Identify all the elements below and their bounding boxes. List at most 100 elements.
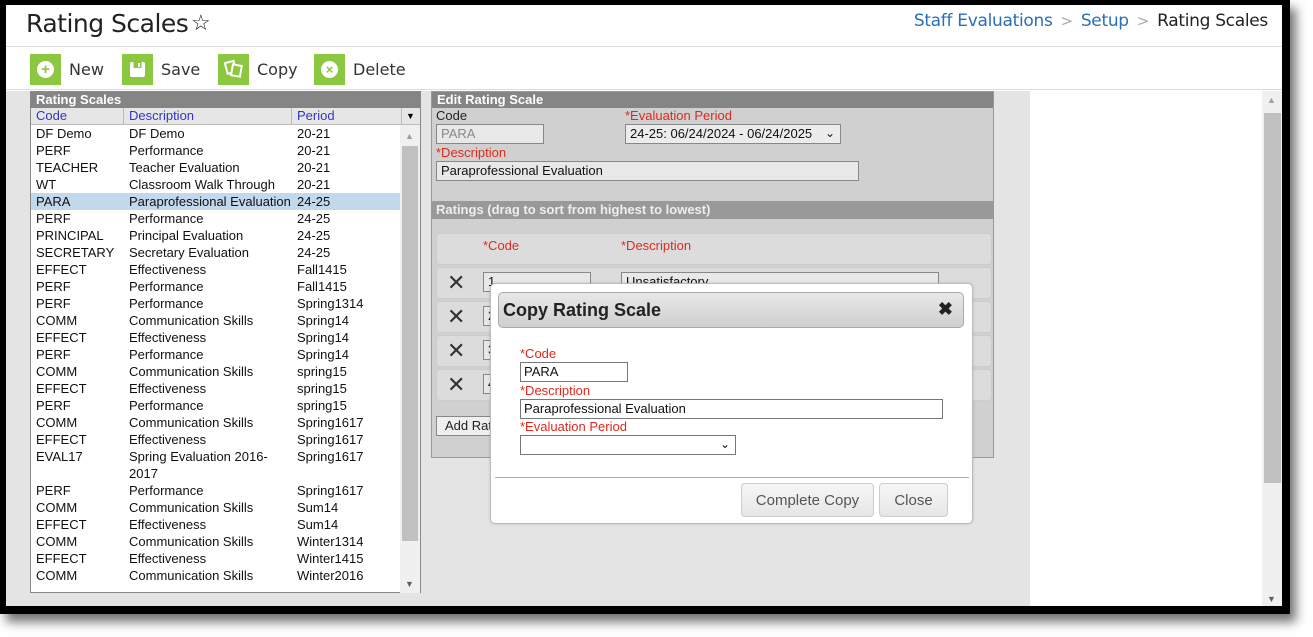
list-row[interactable]: TEACHER Teacher Evaluation 20-21 xyxy=(31,159,400,176)
list-row[interactable]: PERF Performance spring15 xyxy=(31,397,400,414)
cell-description: Teacher Evaluation xyxy=(129,160,240,175)
cell-description: Classroom Walk Through xyxy=(129,177,275,192)
list-row[interactable]: COMM Communication Skills Spring14 xyxy=(31,312,400,329)
cell-description: Communication Skills xyxy=(129,500,254,515)
chevron-right-icon: > xyxy=(1136,12,1150,30)
list-row[interactable]: PERF Performance 20-21 xyxy=(31,142,400,159)
list-row[interactable]: EFFECT Effectiveness Fall1415 xyxy=(31,261,400,278)
scroll-down-icon[interactable]: ▼ xyxy=(405,579,414,589)
sort-down-icon[interactable]: ▼ xyxy=(402,108,420,124)
ratings-title: Ratings (drag to sort from highest to lo… xyxy=(432,201,993,219)
cell-code: PERF xyxy=(36,347,71,362)
remove-rating-icon[interactable]: ✕ xyxy=(447,270,465,296)
page-scrollbar[interactable]: ▲ ▼ xyxy=(1262,91,1282,606)
list-row[interactable]: EFFECT Effectiveness Spring1617 xyxy=(31,431,400,448)
list-row[interactable]: DF Demo DF Demo 20-21 xyxy=(31,125,400,142)
list-row[interactable]: PERF Performance Spring1617 xyxy=(31,482,400,499)
star-icon[interactable]: ☆ xyxy=(191,10,211,36)
copy-description-label: *Description xyxy=(520,383,591,398)
cell-description: Performance xyxy=(129,143,204,158)
cell-code: PERF xyxy=(36,279,71,294)
copy-code-label: *Code xyxy=(520,346,557,361)
delete-button[interactable]: × Delete xyxy=(314,53,406,85)
list-row[interactable]: EFFECT Effectiveness Winter1415 xyxy=(31,550,400,567)
list-row[interactable]: EVAL17 Spring Evaluation 2016-2017 Spring1… xyxy=(31,448,400,482)
list-row[interactable]: COMM Communication Skills Spring1617 xyxy=(31,414,400,431)
list-row[interactable]: COMM Communication Skills Winter2016 xyxy=(31,567,400,584)
copy-evaluation-period-select[interactable]: ⌄ xyxy=(520,435,736,455)
scroll-thumb[interactable] xyxy=(1264,113,1281,483)
cell-period: Winter1314 xyxy=(297,534,364,549)
list-row[interactable]: PRINCIPAL Principal Evaluation 24-25 xyxy=(31,227,400,244)
breadcrumb-current: Rating Scales xyxy=(1157,11,1268,31)
cell-description: Performance xyxy=(129,296,204,311)
cell-description: Paraprofessional Evaluation xyxy=(129,194,291,209)
cell-code: COMM xyxy=(36,500,78,515)
cell-description: Performance xyxy=(129,398,204,413)
list-row[interactable]: EFFECT Effectiveness Sum14 xyxy=(31,516,400,533)
list-row[interactable]: EFFECT Effectiveness Spring14 xyxy=(31,329,400,346)
list-row[interactable]: PERF Performance Fall1415 xyxy=(31,278,400,295)
column-header-period[interactable]: Period xyxy=(292,108,402,124)
evaluation-period-select[interactable]: 24-25: 06/24/2024 - 06/24/2025 ⌄ xyxy=(625,124,841,144)
close-button[interactable]: Close xyxy=(879,483,948,517)
cell-description: Performance xyxy=(129,347,204,362)
new-button[interactable]: + New xyxy=(30,53,104,85)
cell-code: EFFECT xyxy=(36,517,87,532)
edit-title: Edit Rating Scale xyxy=(432,92,993,108)
cell-code: DF Demo xyxy=(36,126,92,141)
list-row[interactable]: COMM Communication Skills spring15 xyxy=(31,363,400,380)
list-row[interactable]: PERF Performance Spring1314 xyxy=(31,295,400,312)
copy-code-field[interactable]: PARA xyxy=(520,362,628,382)
cell-code: EFFECT xyxy=(36,551,87,566)
close-icon[interactable]: ✖ xyxy=(938,299,953,320)
cell-code: COMM xyxy=(36,313,78,328)
list-row[interactable]: PERF Performance Spring14 xyxy=(31,346,400,363)
cell-description: Spring Evaluation 2016-2017 xyxy=(129,449,268,481)
save-button[interactable]: Save xyxy=(122,53,200,85)
scroll-up-icon[interactable]: ▲ xyxy=(405,131,414,141)
remove-rating-icon[interactable]: ✕ xyxy=(447,372,465,398)
chevron-right-icon: > xyxy=(1060,12,1074,30)
copy-button[interactable]: Copy xyxy=(218,53,298,85)
cell-code: SECRETARY xyxy=(36,245,115,260)
description-label: *Description xyxy=(436,145,507,160)
code-field[interactable]: PARA xyxy=(436,124,544,144)
scroll-down-icon[interactable]: ▼ xyxy=(1267,594,1276,604)
copy-description-field[interactable]: Paraprofessional Evaluation xyxy=(520,399,943,419)
chevron-down-icon: ⌄ xyxy=(719,437,730,451)
list-row[interactable]: COMM Communication Skills Sum14 xyxy=(31,499,400,516)
list-row[interactable]: SECRETARY Secretary Evaluation 24-25 xyxy=(31,244,400,261)
cell-period: 20-21 xyxy=(297,177,331,192)
cell-code: PRINCIPAL xyxy=(36,228,104,243)
list-row[interactable]: COMM Communication Skills Winter1314 xyxy=(31,533,400,550)
cell-period: 24-25 xyxy=(297,245,331,260)
scroll-up-icon[interactable]: ▲ xyxy=(1267,95,1276,105)
x-circle-icon: × xyxy=(314,53,345,85)
list-row[interactable]: PERF Performance 24-25 xyxy=(31,210,400,227)
column-header-description[interactable]: Description xyxy=(124,108,292,124)
breadcrumb: Staff Evaluations > Setup > Rating Scales xyxy=(914,11,1268,31)
cell-code: PERF xyxy=(36,398,71,413)
list-row[interactable]: PARA Paraprofessional Evaluation 24-25 xyxy=(31,193,400,210)
cell-period: Winter1415 xyxy=(297,551,364,566)
cell-code: EVAL17 xyxy=(36,449,83,464)
breadcrumb-staff-evaluations[interactable]: Staff Evaluations xyxy=(914,11,1053,31)
remove-rating-icon[interactable]: ✕ xyxy=(447,304,465,330)
cell-code: EFFECT xyxy=(36,330,87,345)
cell-code: PERF xyxy=(36,211,71,226)
cell-description: Performance xyxy=(129,483,204,498)
cell-description: Principal Evaluation xyxy=(129,228,244,243)
page-title: Rating Scales xyxy=(26,9,189,38)
copy-rating-scale-dialog: Copy Rating Scale ✖ *Code PARA *Descript… xyxy=(490,283,973,524)
breadcrumb-setup[interactable]: Setup xyxy=(1081,11,1129,31)
remove-rating-icon[interactable]: ✕ xyxy=(447,338,465,364)
list-scrollbar[interactable]: ▲ ▼ xyxy=(400,125,420,593)
cell-code: EFFECT xyxy=(36,432,87,447)
list-row[interactable]: WT Classroom Walk Through 20-21 xyxy=(31,176,400,193)
column-header-code[interactable]: Code xyxy=(31,108,124,124)
description-field[interactable]: Paraprofessional Evaluation xyxy=(436,161,859,181)
list-row[interactable]: EFFECT Effectiveness spring15 xyxy=(31,380,400,397)
complete-copy-button[interactable]: Complete Copy xyxy=(741,483,874,517)
scroll-thumb[interactable] xyxy=(402,146,418,541)
